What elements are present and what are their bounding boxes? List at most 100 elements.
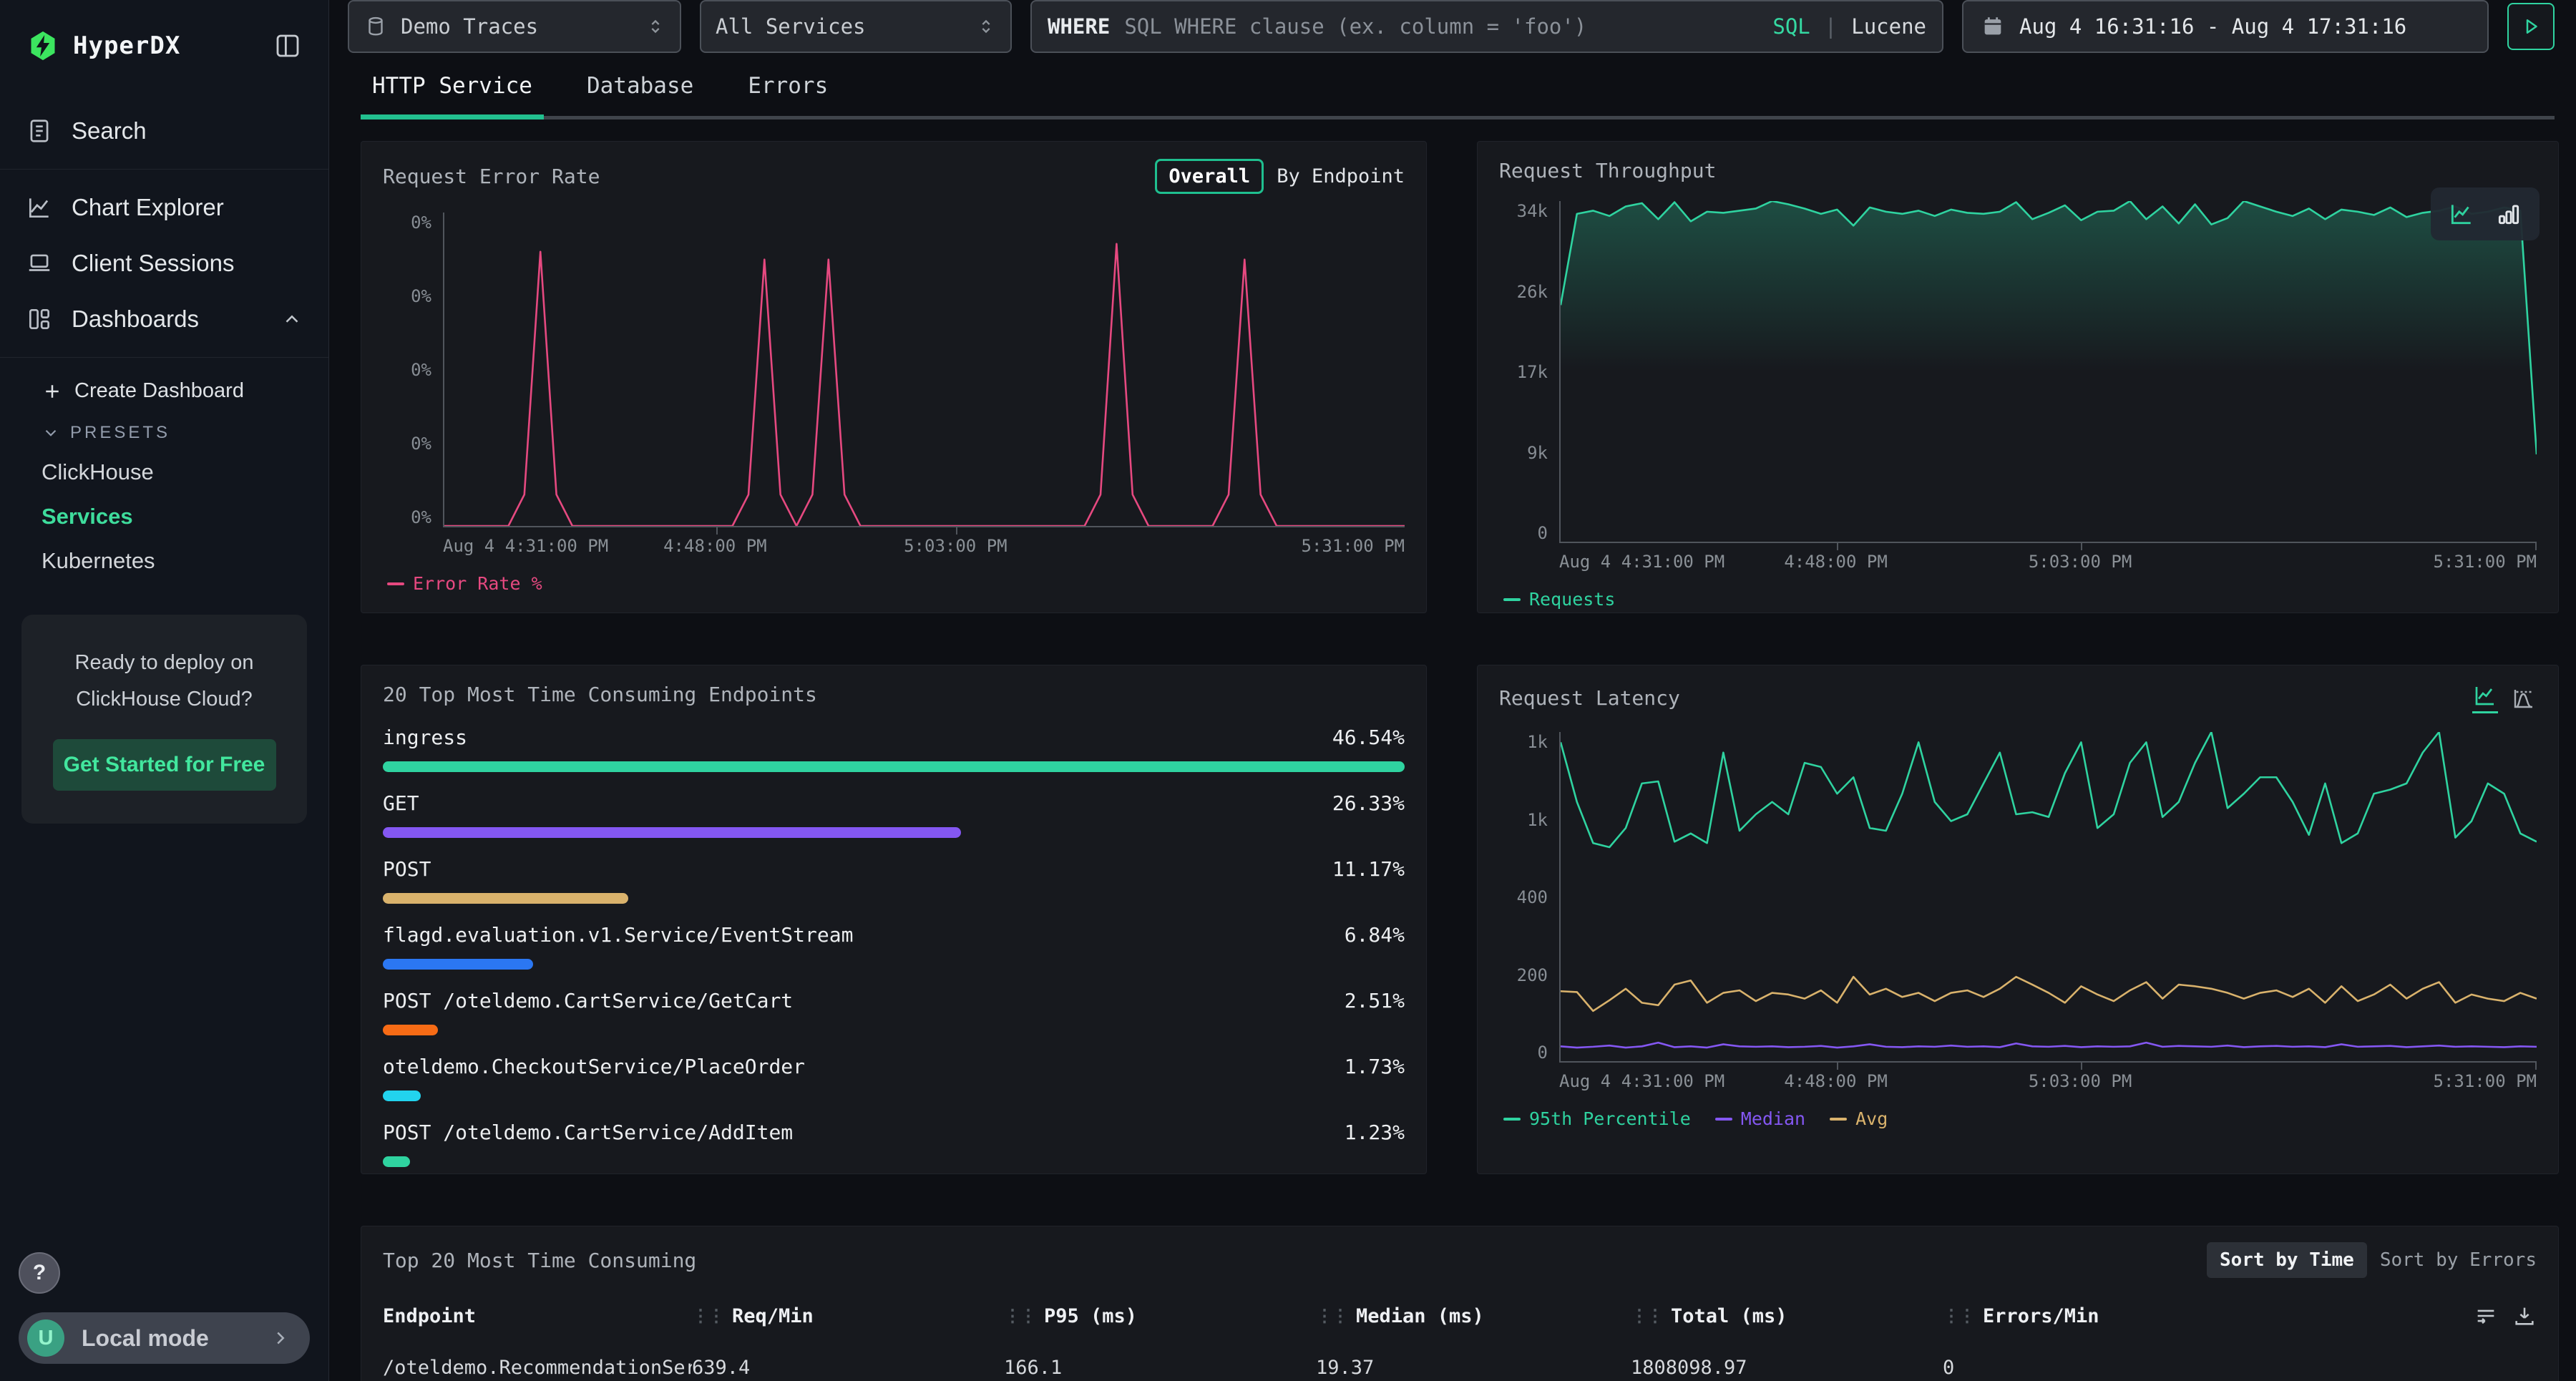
x-axis-label: Aug 4 4:31:00 PM	[443, 536, 608, 556]
y-axis-tick-label: 400	[1517, 887, 1548, 907]
panel-title: 20 Top Most Time Consuming Endpoints	[383, 683, 817, 706]
download-icon[interactable]	[2512, 1304, 2537, 1328]
endpoint-row[interactable]: POST11.17%	[383, 857, 1405, 904]
collapse-sidebar-icon[interactable]	[273, 31, 303, 61]
y-axis-tick-label: 0%	[411, 360, 431, 380]
dashboard-grid: Request Error Rate Overall By Endpoint 0…	[361, 141, 2555, 1381]
dashboard-tabs: HTTP Service Database Errors	[361, 63, 2555, 119]
by-endpoint-toggle-button[interactable]: By Endpoint	[1277, 165, 1405, 187]
get-started-button[interactable]: Get Started for Free	[53, 739, 276, 791]
sidebar-divider	[0, 169, 328, 170]
histogram-icon[interactable]	[2511, 685, 2537, 711]
tab-errors[interactable]: Errors	[736, 63, 839, 116]
column-header-Req/Min[interactable]: ⋮⋮Req/Min	[692, 1305, 1004, 1327]
chart-plot[interactable]	[1559, 201, 2537, 543]
sort-by-errors-button[interactable]: Sort by Errors	[2380, 1249, 2537, 1271]
legend-item: 95th Percentile	[1503, 1108, 1691, 1129]
endpoint-label: POST	[383, 857, 431, 881]
tab-database[interactable]: Database	[575, 63, 705, 116]
table-header-icons	[2458, 1304, 2537, 1328]
legend-item: Requests	[1503, 589, 1615, 610]
where-label: WHERE	[1048, 14, 1110, 39]
where-clause-search[interactable]: WHERE SQL | Lucene	[1030, 0, 1943, 53]
sidebar-item-dashboards[interactable]: Dashboards	[0, 291, 328, 347]
column-header-Errors/Min[interactable]: ⋮⋮Errors/Min	[1943, 1305, 2458, 1327]
user-menu[interactable]: U Local mode	[19, 1312, 310, 1364]
column-header-label: P95 (ms)	[1044, 1305, 1137, 1327]
column-header-label: Median (ms)	[1356, 1305, 1484, 1327]
endpoint-label: ingress	[383, 726, 467, 749]
column-header-Median (ms)[interactable]: ⋮⋮ Median (ms)	[1316, 1305, 1631, 1327]
column-grip-icon[interactable]: ⋮⋮	[1316, 1306, 1347, 1326]
bar-chart-icon[interactable]	[2495, 200, 2522, 228]
endpoint-row[interactable]: GET26.33%	[383, 791, 1405, 838]
avatar: U	[27, 1319, 64, 1357]
column-header-Endpoint[interactable]: Endpoint	[383, 1305, 692, 1327]
endpoint-percentage: 1.73%	[1345, 1055, 1405, 1078]
endpoint-row[interactable]: ingress46.54%	[383, 726, 1405, 772]
sort-by-time-button[interactable]: Sort by Time	[2207, 1242, 2367, 1278]
endpoint-row[interactable]: flagd.evaluation.v1.Service/EventStream6…	[383, 923, 1405, 970]
y-axis-tick-label: 0	[1538, 523, 1548, 543]
search-input[interactable]	[1124, 14, 1758, 39]
help-button[interactable]: ?	[19, 1252, 60, 1294]
plus-icon	[42, 381, 63, 402]
column-grip-icon[interactable]: ⋮⋮	[1943, 1306, 1974, 1326]
tab-http-service[interactable]: HTTP Service	[361, 63, 544, 116]
endpoint-line: POST /oteldemo.CartService/AddItem1.23%	[383, 1121, 1405, 1144]
legend-item: Error Rate %	[387, 573, 542, 594]
wrap-text-icon[interactable]	[2474, 1304, 2498, 1328]
sidebar-item-services[interactable]: Services	[42, 494, 328, 539]
sidebar-item-chart-explorer[interactable]: Chart Explorer	[0, 180, 328, 235]
x-axis-label: 5:03:00 PM	[904, 536, 1008, 556]
line-chart-icon[interactable]	[2472, 683, 2498, 713]
endpoint-row[interactable]: POST /oteldemo.CartService/AddItem1.23%	[383, 1121, 1405, 1167]
endpoint-bar	[383, 1090, 421, 1101]
calendar-icon	[1981, 14, 2005, 39]
sidebar-item-kubernetes[interactable]: Kubernetes	[42, 539, 328, 583]
endpoint-row[interactable]: oteldemo.CheckoutService/PlaceOrder1.73%	[383, 1055, 1405, 1101]
legend-label: Median	[1741, 1108, 1805, 1129]
column-grip-icon[interactable]: ⋮⋮	[692, 1306, 723, 1326]
legend-dash	[387, 582, 404, 585]
service-select[interactable]: All Services	[700, 0, 1012, 53]
data-source-select[interactable]: Demo Traces	[348, 0, 681, 53]
column-header-Total (ms)[interactable]: ⋮⋮ Total (ms)	[1631, 1305, 1943, 1327]
create-dashboard-button[interactable]: Create Dashboard	[42, 368, 328, 407]
brand-row: HyperDX	[0, 0, 328, 62]
lucene-language-toggle[interactable]: Lucene	[1851, 14, 1926, 39]
chart-line-icon	[26, 194, 53, 221]
table-cell: 639.4	[692, 1357, 1004, 1379]
legend-item: Avg	[1830, 1108, 1888, 1129]
endpoint-bar	[383, 761, 1405, 772]
sql-language-toggle[interactable]: SQL	[1772, 14, 1810, 39]
overall-toggle-button[interactable]: Overall	[1155, 159, 1264, 194]
column-grip-icon[interactable]: ⋮⋮	[1004, 1306, 1035, 1326]
legend-dash	[1503, 1118, 1521, 1121]
endpoints-bar-list: ingress46.54% GET26.33% POST11.17% flagd.ev…	[383, 726, 1405, 1167]
endpoint-bar	[383, 827, 961, 838]
select-chevrons-icon	[976, 16, 996, 36]
line-chart-icon[interactable]	[2448, 200, 2475, 228]
table-row[interactable]: /oteldemo.RecommendationServ639.4166.119…	[383, 1357, 2537, 1379]
x-axis: Aug 4 4:31:00 PM4:48:00 PM5:03:00 PM5:31…	[1559, 543, 2537, 575]
clickhouse-cloud-promo: Ready to deploy on ClickHouse Cloud? Get…	[21, 615, 307, 824]
chart-plot[interactable]	[1559, 732, 2537, 1063]
presets-toggle[interactable]: PRESETS	[42, 407, 328, 450]
sidebar-item-client-sessions[interactable]: Client Sessions	[0, 235, 328, 291]
y-axis-tick-label: 9k	[1527, 443, 1548, 463]
x-axis-label: Aug 4 4:31:00 PM	[1559, 552, 1724, 572]
run-query-button[interactable]	[2507, 3, 2555, 50]
sidebar-item-label: Search	[72, 117, 147, 145]
column-grip-icon[interactable]: ⋮⋮	[1631, 1306, 1662, 1326]
endpoint-row[interactable]: POST /oteldemo.CartService/GetCart2.51%	[383, 989, 1405, 1035]
endpoint-bar	[383, 893, 628, 904]
chart-plot[interactable]	[443, 213, 1405, 527]
sidebar-item-search[interactable]: Search	[0, 103, 328, 159]
sidebar-item-clickhouse[interactable]: ClickHouse	[42, 450, 328, 494]
main-area: Demo Traces All Services WHERE SQL | Luc…	[329, 0, 2576, 1381]
column-header-P95 (ms)[interactable]: ⋮⋮ P95 (ms)	[1004, 1305, 1316, 1327]
time-range-picker[interactable]: Aug 4 16:31:16 - Aug 4 17:31:16	[1962, 0, 2489, 53]
y-axis-tick-label: 17k	[1517, 362, 1548, 382]
column-header-label: Total (ms)	[1671, 1305, 1787, 1327]
